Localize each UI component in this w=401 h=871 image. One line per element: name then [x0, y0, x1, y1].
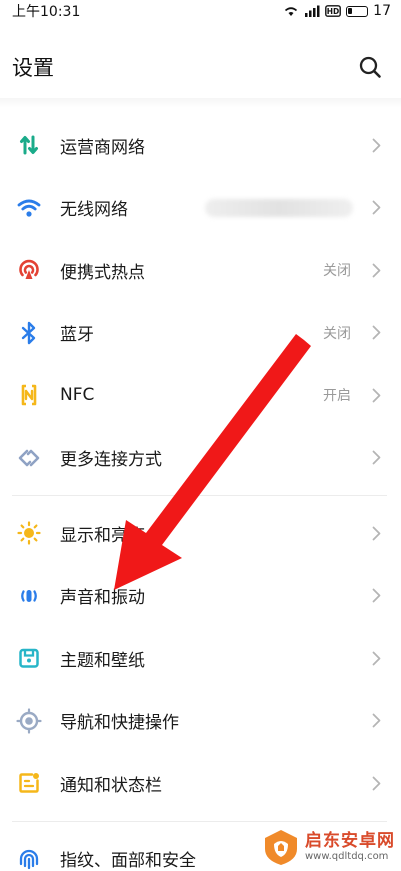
- settings-item-label: 主题和壁纸: [60, 650, 145, 671]
- hotspot-icon: [16, 257, 42, 283]
- scroll-fade: [0, 98, 401, 108]
- settings-item-hotspot[interactable]: 便携式热点 关闭: [0, 239, 401, 302]
- settings-item-bluetooth[interactable]: 蓝牙 关闭: [0, 302, 401, 365]
- display-brightness-icon: [16, 520, 42, 546]
- settings-item-notification[interactable]: 通知和状态栏: [0, 752, 401, 815]
- settings-item-label: 运营商网络: [60, 137, 145, 158]
- status-time: 上午10:31: [12, 4, 81, 20]
- watermark-title: 启东安卓网: [305, 831, 395, 852]
- group-divider: [12, 495, 387, 496]
- settings-item-nfc[interactable]: NFC 开启: [0, 364, 401, 427]
- chevron-right-icon: [369, 711, 383, 731]
- settings-item-wifi[interactable]: 无线网络: [0, 177, 401, 240]
- navigation-icon: [16, 708, 42, 734]
- chevron-right-icon: [369, 198, 383, 218]
- nfc-icon: [16, 382, 42, 408]
- settings-item-label: 无线网络: [60, 200, 128, 221]
- header: 设置: [0, 40, 401, 94]
- wifi-icon: [16, 195, 42, 221]
- chevron-right-icon: [369, 586, 383, 606]
- settings-item-value: 关闭: [323, 263, 351, 280]
- settings-item-label: 更多连接方式: [60, 450, 162, 471]
- settings-item-theme-wallpaper[interactable]: 主题和壁纸: [0, 627, 401, 690]
- status-bar: 上午10:31 HD 17: [0, 0, 401, 22]
- settings-item-display-brightness[interactable]: 显示和亮度: [0, 502, 401, 565]
- settings-item-label: 指纹、面部和安全: [60, 851, 196, 871]
- hd-icon: HD: [325, 5, 342, 17]
- group-divider: [12, 820, 387, 822]
- chevron-right-icon: [369, 385, 383, 405]
- obscured-network-name: [205, 198, 353, 217]
- bluetooth-icon: [16, 320, 42, 346]
- settings-item-label: NFC: [60, 385, 95, 406]
- svg-text:HD: HD: [327, 7, 340, 16]
- theme-wallpaper-icon: [16, 645, 42, 671]
- settings-item-label: 便携式热点: [60, 262, 145, 283]
- settings-item-label: 导航和快捷操作: [60, 713, 179, 734]
- wifi-signal-icon: [285, 7, 298, 16]
- settings-item-navigation[interactable]: 导航和快捷操作: [0, 690, 401, 753]
- status-icons: HD 17: [283, 3, 391, 19]
- chevron-right-icon: [369, 260, 383, 280]
- settings-item-more-connections[interactable]: 更多连接方式: [0, 427, 401, 490]
- page-title: 设置: [12, 56, 54, 80]
- settings-item-label: 显示和亮度: [60, 525, 145, 546]
- settings-item-carrier-network[interactable]: 运营商网络: [0, 114, 401, 177]
- notification-icon: [16, 770, 42, 796]
- watermark: 启东安卓网 www.qdltdq.com: [261, 827, 395, 867]
- chevron-right-icon: [369, 323, 383, 343]
- watermark-logo-icon: [265, 830, 297, 865]
- settings-item-label: 声音和振动: [60, 588, 145, 609]
- settings-item-label: 蓝牙: [60, 325, 94, 346]
- settings-item-sound-vibration[interactable]: 声音和振动: [0, 565, 401, 628]
- chevron-right-icon: [369, 135, 383, 155]
- more-connections-icon: [16, 445, 42, 471]
- carrier-network-icon: [16, 132, 42, 158]
- chevron-right-icon: [369, 773, 383, 793]
- search-button[interactable]: [355, 52, 385, 82]
- chevron-right-icon: [369, 448, 383, 468]
- chevron-right-icon: [369, 523, 383, 543]
- settings-item-label: 通知和状态栏: [60, 775, 162, 796]
- watermark-url: www.qdltdq.com: [305, 850, 389, 862]
- settings-item-value: 关闭: [323, 325, 351, 342]
- search-icon: [359, 56, 381, 78]
- sound-vibration-icon: [16, 583, 42, 609]
- battery-level: 17: [373, 3, 391, 19]
- settings-item-value: 开启: [323, 388, 351, 405]
- battery-icon: [346, 5, 369, 17]
- cellular-signal-icon: [305, 5, 320, 17]
- settings-list: 运营商网络 无线网络 便携式热点 关闭 蓝牙 关闭 NFC 开启 更多连接方式 …: [0, 114, 401, 871]
- fingerprint-icon: [16, 846, 42, 871]
- chevron-right-icon: [369, 648, 383, 668]
